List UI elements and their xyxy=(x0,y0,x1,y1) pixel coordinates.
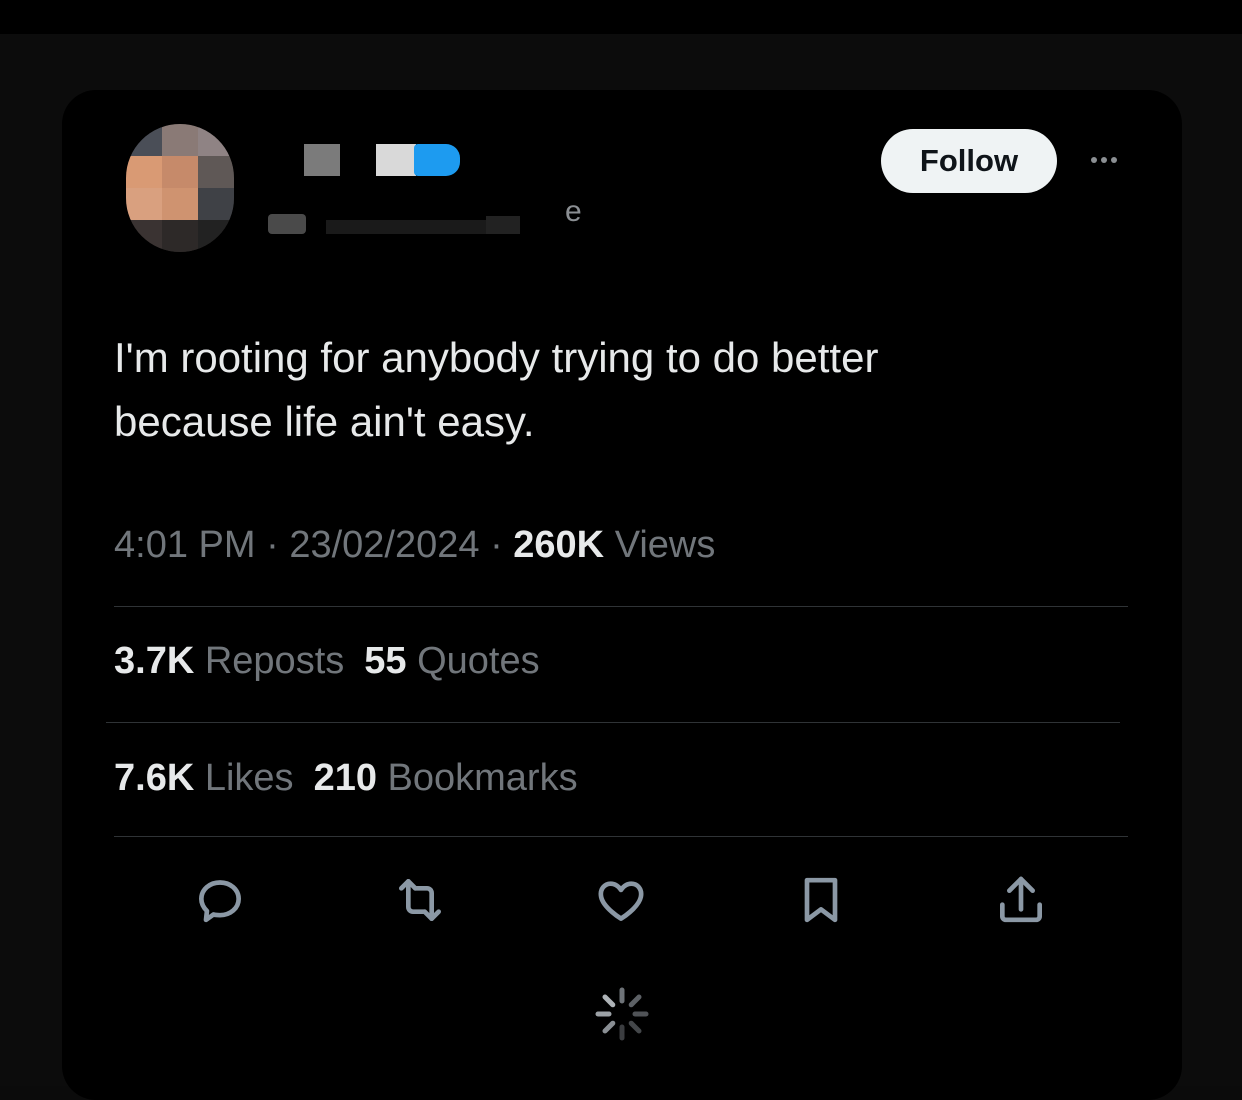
share-icon xyxy=(1000,876,1042,923)
quotes-link[interactable]: 55 Quotes xyxy=(364,640,539,682)
more-options-icon[interactable] xyxy=(1082,145,1126,175)
divider xyxy=(114,606,1128,607)
bookmarks-count: 210 xyxy=(313,757,377,799)
tweet-text-line-2: because life ain't easy. xyxy=(114,398,535,445)
tweet-meta: 4:01 PM · 23/02/2024 · 260K Views xyxy=(114,524,715,567)
likes-label: Likes xyxy=(204,757,294,799)
display-name-redacted[interactable] xyxy=(300,140,480,180)
tweet-date[interactable]: 23/02/2024 xyxy=(289,524,479,566)
bookmarks-link[interactable]: 210 Bookmarks xyxy=(314,757,578,799)
reply-icon xyxy=(199,880,242,923)
follow-button[interactable]: Follow xyxy=(881,129,1057,193)
reposts-label: Reposts xyxy=(204,640,345,682)
meta-separator: · xyxy=(490,524,503,566)
likes-link[interactable]: 7.6K Likes xyxy=(114,757,294,799)
avatar[interactable] xyxy=(126,124,234,252)
repost-icon xyxy=(399,879,441,921)
bookmark-icon xyxy=(804,877,838,923)
views-label: Views xyxy=(614,524,716,566)
tweet-text: I'm rooting for anybody trying to do bet… xyxy=(114,326,1114,454)
reposts-quotes-row: 3.7K Reposts 55 Quotes xyxy=(114,640,540,683)
handle-fragment: e xyxy=(565,195,582,228)
likes-bookmarks-row: 7.6K Likes 210 Bookmarks xyxy=(114,757,578,800)
loading-spinner-icon xyxy=(595,987,649,1041)
top-band xyxy=(0,0,1242,34)
repost-button[interactable] xyxy=(390,870,450,930)
handle-redacted xyxy=(266,200,596,240)
divider xyxy=(114,836,1128,837)
share-button[interactable] xyxy=(991,870,1051,930)
divider xyxy=(106,722,1120,723)
views-count: 260K xyxy=(513,524,605,566)
tweet-time[interactable]: 4:01 PM xyxy=(114,524,256,566)
quotes-count: 55 xyxy=(364,640,407,682)
like-button[interactable] xyxy=(591,870,651,930)
reply-button[interactable] xyxy=(190,870,250,930)
bookmark-button[interactable] xyxy=(791,870,851,930)
like-icon xyxy=(598,881,644,921)
tweet-text-line-1: I'm rooting for anybody trying to do bet… xyxy=(114,334,879,381)
meta-separator: · xyxy=(266,524,279,566)
verified-badge-icon xyxy=(414,144,460,176)
bookmarks-label: Bookmarks xyxy=(387,757,578,799)
reposts-link[interactable]: 3.7K Reposts xyxy=(114,640,344,682)
likes-count: 7.6K xyxy=(114,757,195,799)
quotes-label: Quotes xyxy=(417,640,540,682)
reposts-count: 3.7K xyxy=(114,640,195,682)
